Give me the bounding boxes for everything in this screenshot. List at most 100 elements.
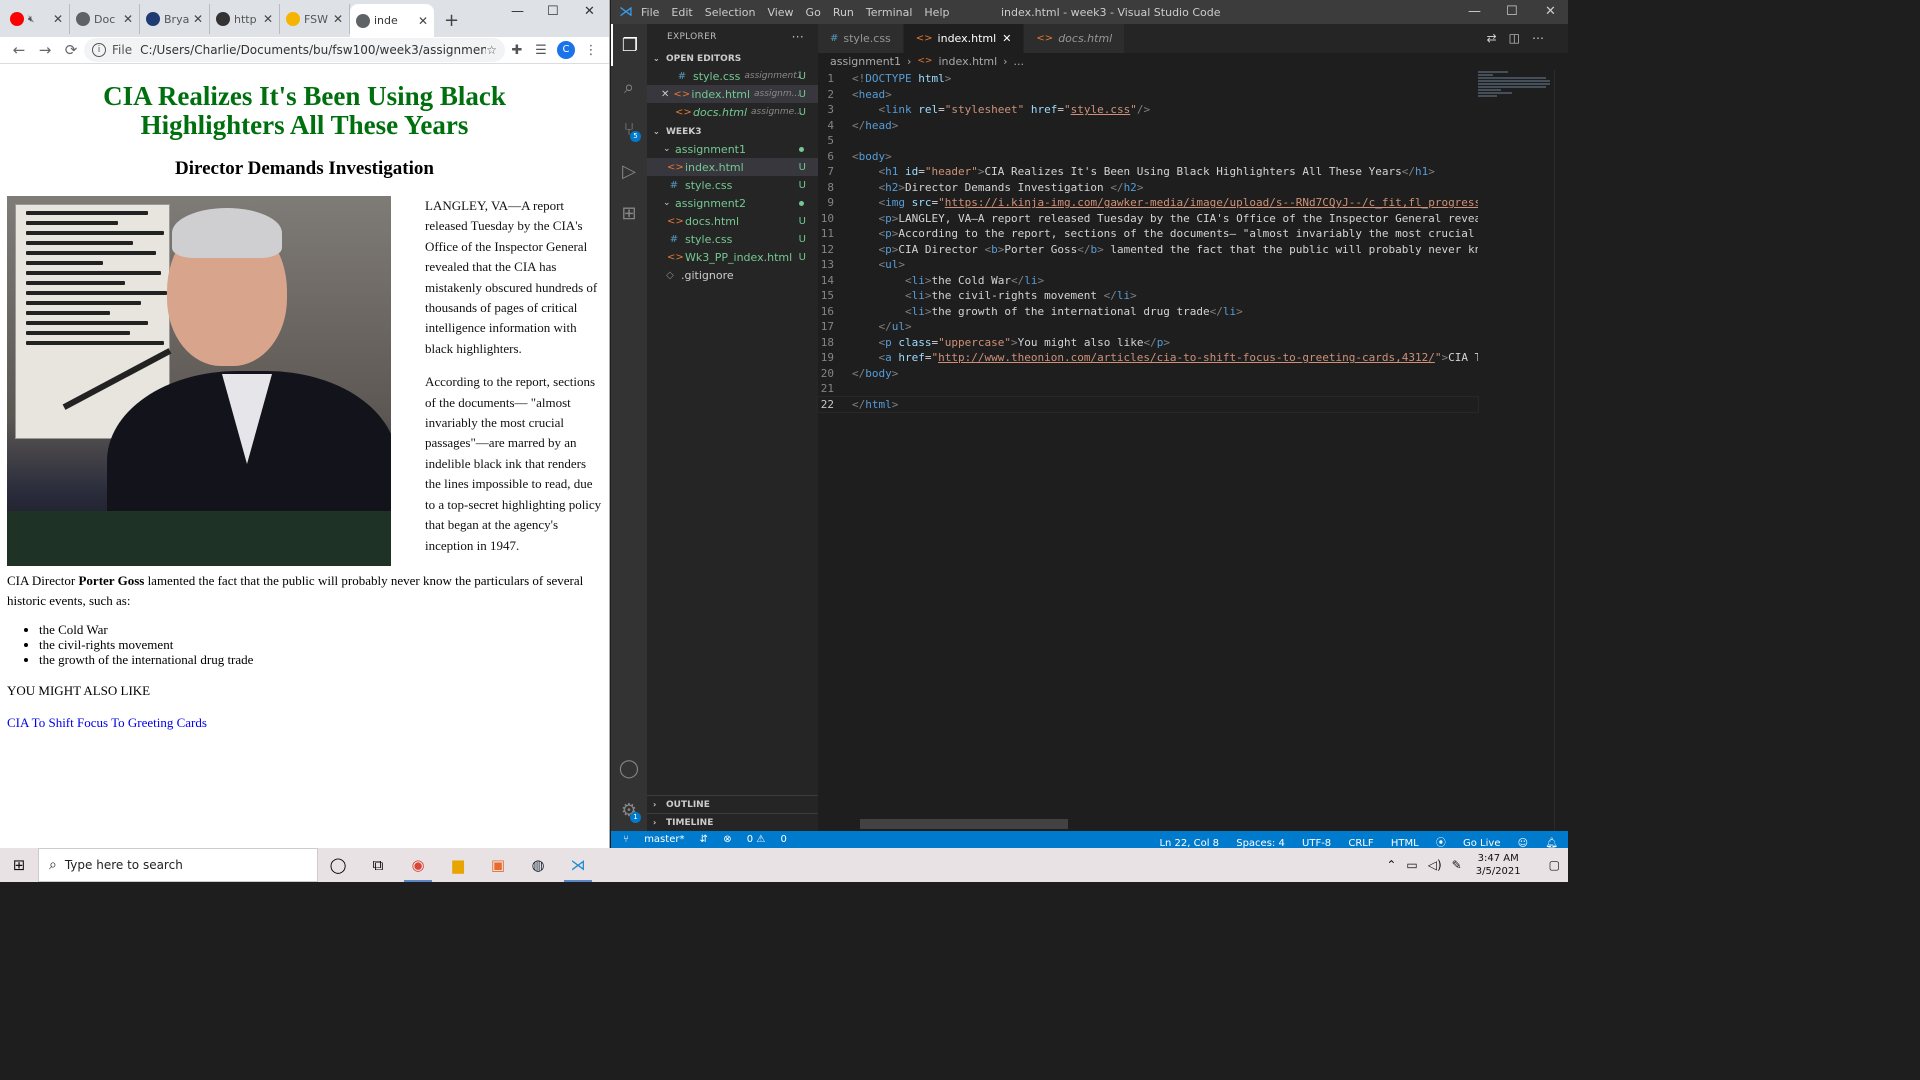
notification-center-icon[interactable]: ▢ xyxy=(1549,858,1560,872)
volume-icon[interactable]: ◁) xyxy=(1428,858,1442,872)
code-line[interactable]: 19 <a href="http://www.theonion.com/arti… xyxy=(818,350,1478,366)
menu-icon[interactable]: ⋮ xyxy=(579,43,603,58)
search-icon[interactable]: ⌕ xyxy=(611,66,647,108)
pen-icon[interactable]: ✎ xyxy=(1452,858,1462,872)
vscode-taskbar-icon[interactable]: ⋊ xyxy=(558,848,598,882)
browser-tab[interactable]: Brya ✕ xyxy=(140,4,210,34)
settings-gear-icon[interactable]: ⚙ 1 xyxy=(611,789,647,831)
chrome-taskbar-icon[interactable]: ◉ xyxy=(398,848,438,882)
new-tab-button[interactable]: + xyxy=(434,10,469,37)
extensions-icon[interactable]: ✚ xyxy=(505,43,529,58)
browser-tab[interactable]: FSW ✕ xyxy=(280,4,350,34)
menu-item[interactable]: Selection xyxy=(705,6,756,19)
code-line[interactable]: 1 <!DOCTYPE html> xyxy=(818,71,1478,87)
code-line[interactable]: 17 </ul> xyxy=(818,319,1478,335)
open-editors-section[interactable]: ⌄ OPEN EDITORS xyxy=(647,50,818,67)
editor-tab[interactable]: <> docs.html xyxy=(1024,24,1126,53)
app-icon[interactable]: ▣ xyxy=(478,848,518,882)
menu-item[interactable]: Run xyxy=(833,6,854,19)
menu-item[interactable]: Edit xyxy=(671,6,692,19)
minimize-button[interactable]: — xyxy=(511,4,524,19)
problems-indicator[interactable]: ⊗ 0 ⚠ 0 xyxy=(723,834,787,845)
extensions-icon[interactable]: ⊞ xyxy=(611,192,647,234)
menu-item[interactable]: View xyxy=(767,6,793,19)
code-line[interactable]: 11 <p>According to the report, sections … xyxy=(818,226,1478,242)
open-editor-item[interactable]: <> docs.html assignme... U xyxy=(647,103,818,121)
cortana-icon[interactable]: ◯ xyxy=(318,848,358,882)
folder-item[interactable]: ⌄ assignment2 xyxy=(647,194,818,212)
code-line[interactable]: 4 </head> xyxy=(818,118,1478,134)
close-tab-icon[interactable]: ✕ xyxy=(418,14,428,28)
breadcrumb-item[interactable]: assignment1 xyxy=(830,55,901,68)
open-editor-item[interactable]: ✕ <> index.html assignm... U xyxy=(647,85,818,103)
timeline-section[interactable]: › TIMELINE xyxy=(647,813,818,831)
code-line[interactable]: 2 <head> xyxy=(818,87,1478,103)
minimap[interactable] xyxy=(1478,70,1554,110)
code-line[interactable]: 20 </body> xyxy=(818,366,1478,382)
code-editor[interactable]: 1 <!DOCTYPE html> 2 <head> 3 <link rel="styl… xyxy=(817,71,1479,413)
explorer-icon[interactable]: ❐ xyxy=(611,24,647,66)
close-tab-icon[interactable]: ✕ xyxy=(1002,32,1011,45)
code-line[interactable]: 12 <p>CIA Director <b>Porter Goss</b> la… xyxy=(818,242,1478,258)
code-line[interactable]: 15 <li>the civil-rights movement </li> xyxy=(818,288,1478,304)
address-bar[interactable]: i File C:/Users/Charlie/Documents/bu/fsw… xyxy=(84,38,505,62)
browser-tab[interactable]: http ✕ xyxy=(210,4,280,34)
breadcrumb-item[interactable]: index.html xyxy=(938,55,997,68)
file-item[interactable]: # style.css U xyxy=(647,176,818,194)
compare-icon[interactable]: ⇄ xyxy=(1487,31,1509,45)
windows-start-icon[interactable]: ⊞ xyxy=(0,856,38,874)
code-line[interactable]: 21 xyxy=(818,381,1478,397)
vscode-maximize-button[interactable]: ☐ xyxy=(1506,4,1518,19)
close-tab-icon[interactable]: ✕ xyxy=(123,12,133,26)
open-editor-item[interactable]: # style.css assignment1 U xyxy=(647,67,818,85)
task-view-icon[interactable]: ⧉ xyxy=(358,848,398,882)
horizontal-scrollbar[interactable] xyxy=(860,819,1068,829)
editor-tab[interactable]: <> index.html ✕ xyxy=(903,24,1025,53)
more-actions-icon[interactable]: ··· xyxy=(792,30,804,44)
menu-item[interactable]: Terminal xyxy=(866,6,913,19)
maximize-button[interactable]: ☐ xyxy=(547,4,559,19)
close-tab-icon[interactable]: ✕ xyxy=(193,12,203,26)
code-line[interactable]: 22 </html> xyxy=(817,395,1479,413)
run-debug-icon[interactable]: ▷ xyxy=(611,150,647,192)
accounts-icon[interactable]: ◯ xyxy=(611,747,647,789)
forward-icon[interactable]: → xyxy=(32,41,58,59)
clock[interactable]: 3:47 AM 3/5/2021 xyxy=(1476,852,1521,878)
star-icon[interactable]: ☆ xyxy=(486,43,497,57)
reading-list-icon[interactable]: ☰ xyxy=(529,43,553,58)
info-icon[interactable]: i xyxy=(92,43,106,57)
file-item[interactable]: <> docs.html U xyxy=(647,212,818,230)
branch-indicator[interactable]: ⑂ master* xyxy=(623,834,684,845)
split-editor-icon[interactable]: ◫ xyxy=(1509,31,1532,45)
profile-avatar[interactable]: C xyxy=(557,41,575,59)
code-line[interactable]: 13 <ul> xyxy=(818,257,1478,273)
menu-item[interactable]: File xyxy=(641,6,659,19)
related-article-link[interactable]: CIA To Shift Focus To Greeting Cards xyxy=(7,715,602,731)
code-line[interactable]: 3 <link rel="stylesheet" href="style.css… xyxy=(818,102,1478,118)
sync-icon[interactable]: ⇵ xyxy=(700,834,708,845)
code-line[interactable]: 10 <p>LANGLEY, VA—A report released Tues… xyxy=(818,211,1478,227)
code-line[interactable]: 16 <li>the growth of the international d… xyxy=(818,304,1478,320)
url-text[interactable]: C:/Users/Charlie/Documents/bu/fsw100/wee… xyxy=(140,43,486,57)
vscode-close-button[interactable]: ✕ xyxy=(1545,4,1556,19)
browser-tab[interactable]: 🔇︎ ✕ xyxy=(4,4,70,34)
file-item[interactable]: <> index.html U xyxy=(647,158,818,176)
code-line[interactable]: 14 <li>the Cold War</li> xyxy=(818,273,1478,289)
code-line[interactable]: 7 <h1 id="header">CIA Realizes It's Been… xyxy=(818,164,1478,180)
code-line[interactable]: 5 xyxy=(818,133,1478,149)
file-item[interactable]: ◇ .gitignore xyxy=(647,266,818,284)
taskbar-search[interactable]: ⌕ Type here to search xyxy=(38,848,318,882)
steam-icon[interactable]: ◍ xyxy=(518,848,558,882)
code-line[interactable]: 8 <h2>Director Demands Investigation </h… xyxy=(818,180,1478,196)
file-item[interactable]: # style.css U xyxy=(647,230,818,248)
muted-speaker-icon[interactable]: 🔇︎ xyxy=(28,14,34,25)
source-control-icon[interactable]: ⑂ 5 xyxy=(611,108,647,150)
vertical-scrollbar[interactable] xyxy=(1554,70,1568,831)
outline-section[interactable]: › OUTLINE xyxy=(647,795,818,813)
vscode-minimize-button[interactable]: — xyxy=(1468,4,1481,19)
close-editor-icon[interactable]: ✕ xyxy=(661,89,669,100)
reload-icon[interactable]: ⟳ xyxy=(58,41,84,59)
editor-tab[interactable]: # style.css xyxy=(818,24,904,53)
close-window-button[interactable]: ✕ xyxy=(584,4,595,19)
code-line[interactable]: 6 <body> xyxy=(818,149,1478,165)
